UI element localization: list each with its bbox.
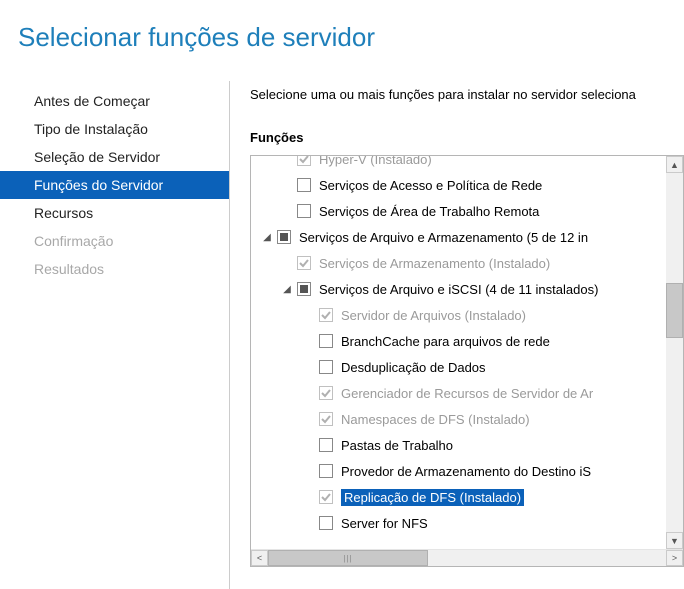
tree-item-label[interactable]: BranchCache para arquivos de rede: [341, 334, 550, 349]
tree-item-label[interactable]: Replicação de DFS (Instalado): [341, 489, 524, 506]
wizard-step-6: Resultados: [0, 255, 229, 283]
grip-icon: |||: [343, 554, 352, 563]
checkbox[interactable]: [297, 282, 311, 296]
collapse-icon[interactable]: ◢: [261, 232, 273, 243]
chevron-up-icon: ▲: [670, 160, 679, 170]
tree-row[interactable]: BranchCache para arquivos de rede: [251, 328, 683, 354]
hscroll-thumb[interactable]: |||: [268, 550, 428, 566]
page-title: Selecionar funções de servidor: [0, 0, 684, 53]
checkbox[interactable]: [319, 438, 333, 452]
scroll-left-button[interactable]: <: [251, 550, 268, 566]
wizard-step-0[interactable]: Antes de Começar: [0, 87, 229, 115]
scroll-right-button[interactable]: >: [666, 550, 683, 566]
checkbox: [319, 308, 333, 322]
tree-item-label[interactable]: Provedor de Armazenamento do Destino iS: [341, 464, 591, 479]
vscroll-track[interactable]: [666, 173, 683, 532]
tree-row[interactable]: Replicação de DFS (Instalado): [251, 484, 683, 510]
tree-item-label[interactable]: Serviços de Armazenamento (Instalado): [319, 256, 550, 271]
checkbox[interactable]: [319, 464, 333, 478]
wizard-step-1[interactable]: Tipo de Instalação: [0, 115, 229, 143]
wizard-step-5: Confirmação: [0, 227, 229, 255]
checkbox[interactable]: [319, 516, 333, 530]
chevron-left-icon: <: [257, 553, 262, 563]
roles-tree[interactable]: Hyper-V (Instalado) Serviços de Acesso e …: [251, 156, 683, 536]
wizard-steps-sidebar: Antes de ComeçarTipo de InstalaçãoSeleçã…: [0, 81, 230, 589]
tree-item-label[interactable]: Desduplicação de Dados: [341, 360, 486, 375]
tree-row[interactable]: Serviços de Área de Trabalho Remota: [251, 198, 683, 224]
tree-row[interactable]: Serviços de Acesso e Política de Rede: [251, 172, 683, 198]
checkbox: [297, 156, 311, 166]
checkbox[interactable]: [277, 230, 291, 244]
tree-item-label[interactable]: Serviços de Arquivo e Armazenamento (5 d…: [299, 230, 588, 245]
tree-row[interactable]: Serviços de Armazenamento (Instalado): [251, 250, 683, 276]
tree-row[interactable]: ◢ Serviços de Arquivo e Armazenamento (5 …: [251, 224, 683, 250]
checkbox: [297, 256, 311, 270]
tree-row[interactable]: Namespaces de DFS (Instalado): [251, 406, 683, 432]
tree-row[interactable]: Servidor de Arquivos (Instalado): [251, 302, 683, 328]
checkbox[interactable]: [319, 334, 333, 348]
wizard-step-3[interactable]: Funções do Servidor: [0, 171, 229, 199]
tree-row[interactable]: ◢ Serviços de Arquivo e iSCSI (4 de 11 in…: [251, 276, 683, 302]
checkbox[interactable]: [297, 204, 311, 218]
hscroll-track[interactable]: |||: [268, 550, 666, 566]
scroll-down-button[interactable]: ▼: [666, 532, 683, 549]
checkbox: [319, 386, 333, 400]
collapse-icon[interactable]: ◢: [281, 284, 293, 295]
scroll-up-button[interactable]: ▲: [666, 156, 683, 173]
vertical-scrollbar[interactable]: ▲ ▼: [666, 156, 683, 549]
tree-item-label[interactable]: Namespaces de DFS (Instalado): [341, 412, 530, 427]
tree-row[interactable]: Server for NFS: [251, 510, 683, 536]
tree-item-label[interactable]: Serviços de Acesso e Política de Rede: [319, 178, 542, 193]
tree-row[interactable]: Hyper-V (Instalado): [251, 156, 683, 172]
horizontal-scrollbar[interactable]: < ||| >: [251, 549, 683, 566]
tree-row[interactable]: Pastas de Trabalho: [251, 432, 683, 458]
tree-item-label[interactable]: Serviços de Área de Trabalho Remota: [319, 204, 539, 219]
vscroll-thumb[interactable]: [666, 283, 683, 338]
tree-item-label[interactable]: Server for NFS: [341, 516, 428, 531]
tree-row[interactable]: Desduplicação de Dados: [251, 354, 683, 380]
tree-row[interactable]: Gerenciador de Recursos de Servidor de A…: [251, 380, 683, 406]
tree-item-label[interactable]: Hyper-V (Instalado): [319, 156, 432, 167]
tree-item-label[interactable]: Pastas de Trabalho: [341, 438, 453, 453]
wizard-step-2[interactable]: Seleção de Servidor: [0, 143, 229, 171]
checkbox[interactable]: [297, 178, 311, 192]
checkbox[interactable]: [319, 360, 333, 374]
checkbox: [319, 490, 333, 504]
tree-item-label[interactable]: Serviços de Arquivo e iSCSI (4 de 11 ins…: [319, 282, 598, 297]
tree-row[interactable]: Provedor de Armazenamento do Destino iS: [251, 458, 683, 484]
roles-section-label: Funções: [250, 130, 684, 145]
tree-item-label[interactable]: Gerenciador de Recursos de Servidor de A…: [341, 386, 593, 401]
chevron-right-icon: >: [672, 553, 677, 563]
tree-item-label[interactable]: Servidor de Arquivos (Instalado): [341, 308, 526, 323]
checkbox: [319, 412, 333, 426]
roles-tree-container: Hyper-V (Instalado) Serviços de Acesso e …: [250, 155, 684, 567]
wizard-step-4[interactable]: Recursos: [0, 199, 229, 227]
instruction-text: Selecione uma ou mais funções para insta…: [250, 81, 684, 102]
chevron-down-icon: ▼: [670, 536, 679, 546]
